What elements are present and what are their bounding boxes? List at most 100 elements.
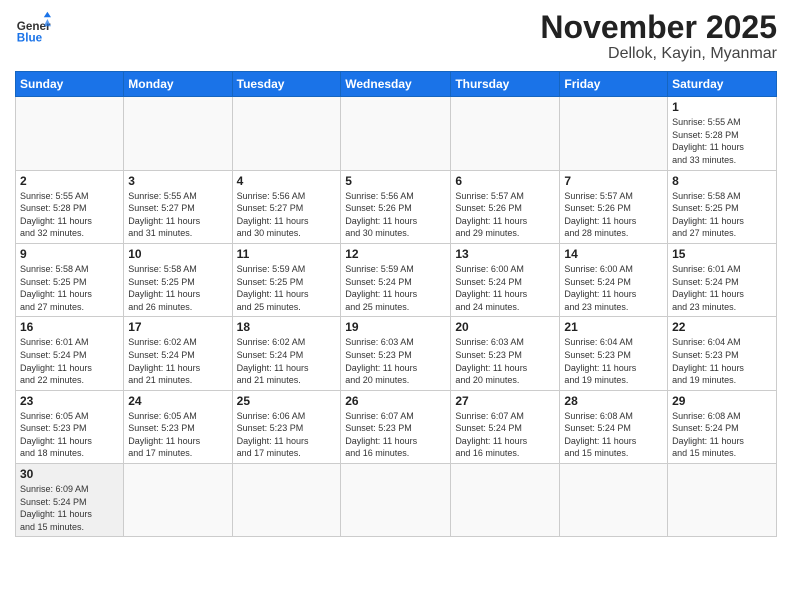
day-number: 22 — [672, 320, 772, 334]
day-number: 8 — [672, 174, 772, 188]
weekday-friday: Friday — [560, 72, 668, 97]
calendar-cell: 7 Sunrise: 5:57 AMSunset: 5:26 PMDaylight… — [560, 170, 668, 243]
day-number: 27 — [455, 394, 555, 408]
calendar-cell: 20 Sunrise: 6:03 AMSunset: 5:23 PMDayligh… — [451, 317, 560, 390]
week-row-2: 9Sunrise: 5:58 AMSunset: 5:25 PMDaylight… — [16, 243, 777, 316]
calendar-cell: 28 Sunrise: 6:08 AMSunset: 5:24 PMDayligh… — [560, 390, 668, 463]
day-number: 10 — [128, 247, 227, 261]
day-number: 5 — [345, 174, 446, 188]
day-number: 19 — [345, 320, 446, 334]
calendar-cell: 25Sunrise: 6:06 AMSunset: 5:23 PMDayligh… — [232, 390, 341, 463]
day-number: 17 — [128, 320, 227, 334]
weekday-wednesday: Wednesday — [341, 72, 451, 97]
calendar-cell: 18 Sunrise: 6:02 AMSunset: 5:24 PMDayligh… — [232, 317, 341, 390]
day-number: 24 — [128, 394, 227, 408]
day-info: Sunrise: 6:04 AMSunset: 5:23 PMDaylight:… — [564, 336, 663, 386]
calendar-cell — [451, 464, 560, 537]
title-block: November 2025 Dellok, Kayin, Myanmar — [540, 10, 777, 63]
calendar-cell: 22Sunrise: 6:04 AMSunset: 5:23 PMDayligh… — [668, 317, 777, 390]
calendar-cell: 29 Sunrise: 6:08 AMSunset: 5:24 PMDayligh… — [668, 390, 777, 463]
calendar-cell: 11Sunrise: 5:59 AMSunset: 5:25 PMDayligh… — [232, 243, 341, 316]
day-info: Sunrise: 5:55 AMSunset: 5:28 PMDaylight:… — [672, 116, 772, 166]
day-number: 21 — [564, 320, 663, 334]
day-number: 18 — [237, 320, 337, 334]
page: General Blue November 2025 Dellok, Kayin… — [0, 0, 792, 612]
calendar-cell: 23Sunrise: 6:05 AMSunset: 5:23 PMDayligh… — [16, 390, 124, 463]
calendar-cell: 27Sunrise: 6:07 AMSunset: 5:24 PMDayligh… — [451, 390, 560, 463]
day-number: 28 — [564, 394, 663, 408]
day-number: 6 — [455, 174, 555, 188]
day-info: Sunrise: 5:55 AMSunset: 5:27 PMDaylight:… — [128, 190, 227, 240]
header: General Blue November 2025 Dellok, Kayin… — [15, 10, 777, 63]
calendar-cell — [341, 97, 451, 170]
day-number: 29 — [672, 394, 772, 408]
weekday-monday: Monday — [124, 72, 232, 97]
calendar-cell: 19 Sunrise: 6:03 AMSunset: 5:23 PMDayligh… — [341, 317, 451, 390]
weekday-tuesday: Tuesday — [232, 72, 341, 97]
calendar-cell: 30Sunrise: 6:09 AMSunset: 5:24 PMDayligh… — [16, 464, 124, 537]
calendar-cell: 2Sunrise: 5:55 AMSunset: 5:28 PMDaylight… — [16, 170, 124, 243]
day-number: 20 — [455, 320, 555, 334]
week-row-0: 1Sunrise: 5:55 AMSunset: 5:28 PMDaylight… — [16, 97, 777, 170]
day-info: Sunrise: 6:01 AMSunset: 5:24 PMDaylight:… — [672, 263, 772, 313]
day-info: Sunrise: 6:06 AMSunset: 5:23 PMDaylight:… — [237, 410, 337, 460]
day-info: Sunrise: 6:00 AMSunset: 5:24 PMDaylight:… — [455, 263, 555, 313]
weekday-header-row: SundayMondayTuesdayWednesdayThursdayFrid… — [16, 72, 777, 97]
day-info: Sunrise: 6:03 AMSunset: 5:23 PMDaylight:… — [455, 336, 555, 386]
day-info: Sunrise: 6:05 AMSunset: 5:23 PMDaylight:… — [20, 410, 119, 460]
calendar-cell: 12 Sunrise: 5:59 AMSunset: 5:24 PMDayligh… — [341, 243, 451, 316]
day-info: Sunrise: 5:58 AMSunset: 5:25 PMDaylight:… — [672, 190, 772, 240]
day-info: Sunrise: 5:56 AMSunset: 5:27 PMDaylight:… — [237, 190, 337, 240]
calendar-cell — [124, 464, 232, 537]
calendar-cell: 14Sunrise: 6:00 AMSunset: 5:24 PMDayligh… — [560, 243, 668, 316]
calendar-cell — [451, 97, 560, 170]
calendar-cell: 16Sunrise: 6:01 AMSunset: 5:24 PMDayligh… — [16, 317, 124, 390]
calendar-cell: 21 Sunrise: 6:04 AMSunset: 5:23 PMDayligh… — [560, 317, 668, 390]
day-number: 14 — [564, 247, 663, 261]
day-info: Sunrise: 6:02 AMSunset: 5:24 PMDaylight:… — [237, 336, 337, 386]
weekday-saturday: Saturday — [668, 72, 777, 97]
calendar-cell: 4Sunrise: 5:56 AMSunset: 5:27 PMDaylight… — [232, 170, 341, 243]
weekday-sunday: Sunday — [16, 72, 124, 97]
calendar-cell — [124, 97, 232, 170]
calendar-cell: 5 Sunrise: 5:56 AMSunset: 5:26 PMDaylight… — [341, 170, 451, 243]
day-info: Sunrise: 6:01 AMSunset: 5:24 PMDaylight:… — [20, 336, 119, 386]
calendar-cell — [341, 464, 451, 537]
calendar-cell: 6 Sunrise: 5:57 AMSunset: 5:26 PMDaylight… — [451, 170, 560, 243]
day-number: 13 — [455, 247, 555, 261]
day-info: Sunrise: 6:03 AMSunset: 5:23 PMDaylight:… — [345, 336, 446, 386]
day-info: Sunrise: 5:57 AMSunset: 5:26 PMDaylight:… — [564, 190, 663, 240]
day-info: Sunrise: 6:08 AMSunset: 5:24 PMDaylight:… — [672, 410, 772, 460]
day-info: Sunrise: 6:02 AMSunset: 5:24 PMDaylight:… — [128, 336, 227, 386]
calendar-cell: 24 Sunrise: 6:05 AMSunset: 5:23 PMDayligh… — [124, 390, 232, 463]
weekday-thursday: Thursday — [451, 72, 560, 97]
day-info: Sunrise: 5:58 AMSunset: 5:25 PMDaylight:… — [20, 263, 119, 313]
calendar-cell: 9Sunrise: 5:58 AMSunset: 5:25 PMDaylight… — [16, 243, 124, 316]
day-info: Sunrise: 6:05 AMSunset: 5:23 PMDaylight:… — [128, 410, 227, 460]
week-row-4: 23Sunrise: 6:05 AMSunset: 5:23 PMDayligh… — [16, 390, 777, 463]
day-info: Sunrise: 5:57 AMSunset: 5:26 PMDaylight:… — [455, 190, 555, 240]
calendar-cell: 26 Sunrise: 6:07 AMSunset: 5:23 PMDayligh… — [341, 390, 451, 463]
svg-text:Blue: Blue — [17, 32, 43, 45]
day-number: 30 — [20, 467, 119, 481]
calendar-cell — [232, 97, 341, 170]
day-info: Sunrise: 5:55 AMSunset: 5:28 PMDaylight:… — [20, 190, 119, 240]
calendar-cell: 1Sunrise: 5:55 AMSunset: 5:28 PMDaylight… — [668, 97, 777, 170]
calendar-cell: 10 Sunrise: 5:58 AMSunset: 5:25 PMDayligh… — [124, 243, 232, 316]
day-info: Sunrise: 5:59 AMSunset: 5:24 PMDaylight:… — [345, 263, 446, 313]
day-info: Sunrise: 6:08 AMSunset: 5:24 PMDaylight:… — [564, 410, 663, 460]
calendar-cell — [560, 97, 668, 170]
day-number: 7 — [564, 174, 663, 188]
week-row-3: 16Sunrise: 6:01 AMSunset: 5:24 PMDayligh… — [16, 317, 777, 390]
day-info: Sunrise: 6:07 AMSunset: 5:23 PMDaylight:… — [345, 410, 446, 460]
day-info: Sunrise: 5:58 AMSunset: 5:25 PMDaylight:… — [128, 263, 227, 313]
calendar-cell: 8 Sunrise: 5:58 AMSunset: 5:25 PMDaylight… — [668, 170, 777, 243]
day-number: 12 — [345, 247, 446, 261]
day-info: Sunrise: 5:56 AMSunset: 5:26 PMDaylight:… — [345, 190, 446, 240]
calendar-cell: 13 Sunrise: 6:00 AMSunset: 5:24 PMDayligh… — [451, 243, 560, 316]
calendar-cell — [232, 464, 341, 537]
calendar-cell — [560, 464, 668, 537]
day-number: 11 — [237, 247, 337, 261]
day-number: 26 — [345, 394, 446, 408]
logo-icon: General Blue — [15, 10, 51, 46]
